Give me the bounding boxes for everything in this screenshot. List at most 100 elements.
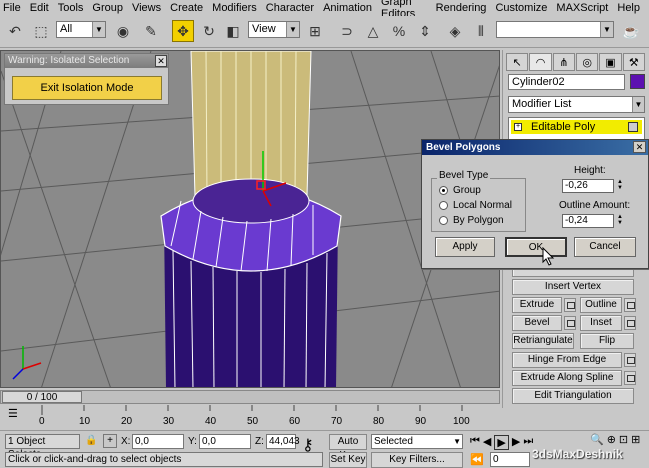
selection-filter-dropdown[interactable]: All ▼	[56, 21, 106, 38]
named-selection-dropdown[interactable]: ▼	[496, 21, 614, 38]
height-input[interactable]: -0,26	[562, 179, 614, 193]
time-slider[interactable]: 0 / 100	[0, 390, 500, 404]
radio-local-normal[interactable]: Local Normal	[439, 200, 512, 211]
play-icon[interactable]: ▶	[494, 435, 509, 450]
menu-customize[interactable]: Customize	[495, 2, 547, 14]
track-bar[interactable]: 0 10 20 30 40 50 60 70 80 90 100 ☰	[0, 405, 500, 429]
select-by-name-icon[interactable]: ◉	[112, 20, 134, 42]
apply-button[interactable]: Apply	[435, 237, 495, 257]
stack-item-label: Editable Poly	[531, 121, 596, 133]
bevel-button[interactable]: Bevel	[512, 315, 562, 331]
menu-modifiers[interactable]: Modifiers	[212, 2, 257, 14]
stack-item-editable-poly[interactable]: + Editable Poly	[511, 120, 642, 134]
outline-button[interactable]: Outline	[580, 297, 622, 313]
cancel-button[interactable]: Cancel	[574, 237, 636, 257]
menu-group[interactable]: Group	[92, 2, 123, 14]
menu-maxscript[interactable]: MAXScript	[556, 2, 608, 14]
bevel-type-label: Bevel Type	[437, 170, 491, 181]
zoom-extents-all-icon[interactable]: ⊞	[631, 433, 640, 446]
key-filters-button[interactable]: Key Filters...	[371, 452, 463, 468]
hierarchy-tab-icon[interactable]: ⋔	[552, 53, 575, 71]
bevel-settings-icon[interactable]	[564, 316, 576, 330]
named-selection-icon[interactable]: ◈	[444, 20, 466, 42]
motion-tab-icon[interactable]: ◎	[575, 53, 599, 71]
object-name-field[interactable]: Cylinder02	[508, 74, 625, 90]
menu-animation[interactable]: Animation	[323, 2, 372, 14]
select-link-icon[interactable]: ✎	[140, 20, 162, 42]
radio-group[interactable]: Group	[439, 185, 481, 196]
previous-frame-icon[interactable]: ◀	[483, 435, 491, 450]
select-region-icon[interactable]: ⬚	[30, 20, 52, 42]
outline-amount-input[interactable]: -0,24	[562, 214, 614, 228]
menu-help[interactable]: Help	[617, 2, 640, 14]
undo-icon[interactable]: ↶	[4, 20, 26, 42]
next-frame-icon[interactable]: ▶	[512, 435, 520, 450]
auto-key-button[interactable]: Auto Key	[329, 434, 367, 461]
x-coordinate-field[interactable]: 0,0	[132, 434, 184, 449]
edit-triangulation-button[interactable]: Edit Triangulation	[512, 388, 634, 404]
set-key-button[interactable]: Set Key	[329, 452, 367, 468]
key-mode-dropdown[interactable]: Selected ▼	[371, 434, 463, 449]
ref-coord-dropdown[interactable]: View ▼	[248, 21, 300, 38]
y-coordinate-field[interactable]: 0,0	[199, 434, 251, 449]
display-tab-icon[interactable]: ▣	[599, 53, 622, 71]
menu-tools[interactable]: Tools	[58, 2, 84, 14]
angle-snap-icon[interactable]: △	[362, 20, 384, 42]
menu-character[interactable]: Character	[266, 2, 314, 14]
insert-vertex-button[interactable]: Insert Vertex	[512, 279, 634, 295]
stack-toggle-icon[interactable]	[628, 122, 638, 132]
exit-isolation-button[interactable]: Exit Isolation Mode	[12, 76, 162, 100]
scale-icon[interactable]: ◧	[222, 20, 244, 42]
z-coordinate-field[interactable]: 44,043	[266, 434, 300, 449]
spinner-snap-icon[interactable]: ⇕	[414, 20, 436, 42]
menu-edit[interactable]: Edit	[30, 2, 49, 14]
tick-label: 20	[121, 416, 133, 427]
inset-button[interactable]: Inset	[580, 315, 622, 331]
trackbar-menu-icon[interactable]: ☰	[8, 407, 24, 421]
menu-views[interactable]: Views	[132, 2, 161, 14]
outline-settings-icon[interactable]	[624, 298, 636, 312]
modify-tab-icon[interactable]: ◠	[529, 53, 552, 71]
extrude-spline-settings-icon[interactable]	[624, 371, 636, 385]
time-slider-thumb[interactable]: 0 / 100	[2, 391, 82, 403]
mirror-icon[interactable]: ⫴	[470, 20, 492, 42]
transform-mode-icon[interactable]: +	[103, 434, 117, 448]
hinge-settings-icon[interactable]	[624, 353, 636, 367]
inset-settings-icon[interactable]	[624, 316, 636, 330]
height-spinner-icon[interactable]: ▲ ▼	[615, 179, 625, 193]
snap-icon[interactable]: ⊃	[336, 20, 358, 42]
menu-rendering[interactable]: Rendering	[436, 2, 487, 14]
extrude-button[interactable]: Extrude	[512, 297, 562, 313]
move-icon[interactable]: ✥	[172, 20, 194, 42]
modifier-list-dropdown[interactable]: Modifier List ▼	[508, 96, 645, 113]
current-frame-field[interactable]: 0	[490, 452, 530, 467]
close-icon[interactable]: ✕	[155, 55, 167, 67]
zoom-extents-icon[interactable]: ⊡	[619, 433, 628, 446]
utilities-tab-icon[interactable]: ⚒	[622, 53, 645, 71]
zoom-icon[interactable]: 🔍	[590, 433, 604, 446]
hinge-from-edge-button[interactable]: Hinge From Edge	[512, 352, 622, 368]
menu-create[interactable]: Create	[170, 2, 203, 14]
chevron-down-icon: ▼	[453, 437, 461, 446]
extrude-settings-icon[interactable]	[564, 298, 576, 312]
pivot-icon[interactable]: ⊞	[304, 20, 326, 42]
render-icon[interactable]: ☕	[620, 20, 642, 42]
radio-by-polygon[interactable]: By Polygon	[439, 215, 504, 226]
extrude-along-spline-button[interactable]: Extrude Along Spline	[512, 370, 622, 386]
close-icon[interactable]: ✕	[633, 141, 646, 153]
ok-button[interactable]: OK	[505, 237, 567, 257]
percent-snap-icon[interactable]: %	[388, 20, 410, 42]
flip-button[interactable]: Flip	[580, 333, 634, 349]
menu-file[interactable]: File	[3, 2, 21, 14]
lock-icon[interactable]: 🔒	[85, 435, 97, 446]
rotate-icon[interactable]: ↻	[198, 20, 220, 42]
outline-spinner-icon[interactable]: ▲ ▼	[615, 214, 625, 228]
zoom-all-icon[interactable]: ⊕	[607, 433, 616, 446]
go-to-start-icon[interactable]: ⏮	[470, 435, 480, 450]
expand-icon[interactable]: +	[514, 123, 522, 131]
create-tab-icon[interactable]: ↖	[506, 53, 529, 71]
key-mode-toggle-icon[interactable]: ⏪	[470, 453, 484, 466]
retriangulate-button[interactable]: Retriangulate	[512, 333, 574, 349]
object-color-swatch[interactable]	[630, 74, 645, 89]
selection-filter-value: All	[60, 23, 73, 35]
